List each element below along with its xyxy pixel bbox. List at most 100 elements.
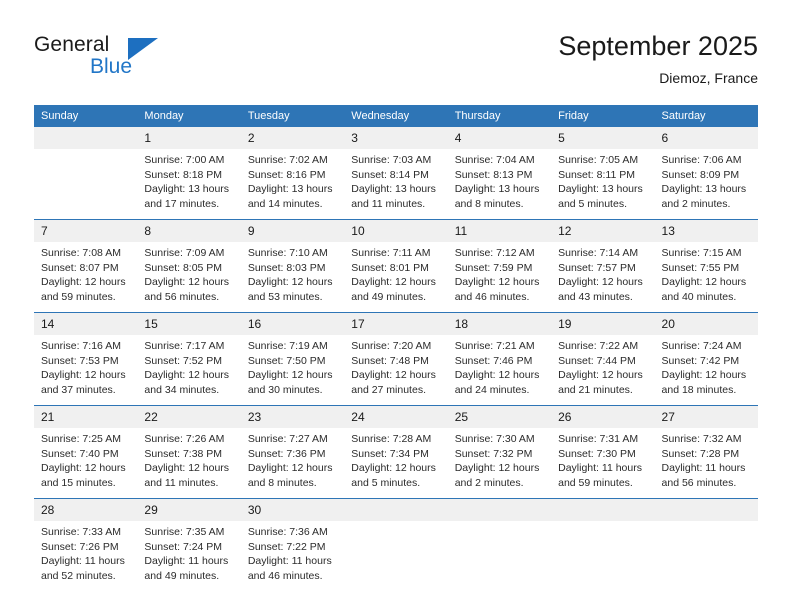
sunrise-text: Sunrise: 7:30 AM — [454, 433, 535, 445]
day-number[interactable]: 12 — [551, 220, 655, 242]
day-number[interactable]: 10 — [344, 220, 448, 242]
day-cell[interactable]: Sunrise: 7:09 AM Sunset: 8:05 PM Dayligh… — [137, 242, 241, 312]
daylight-text: Daylight: 11 hours and 46 minutes. — [247, 555, 332, 582]
day-number[interactable] — [34, 127, 138, 149]
day-number[interactable]: 9 — [240, 220, 345, 242]
day-number[interactable]: 8 — [137, 220, 241, 242]
day-cell[interactable]: Sunrise: 7:21 AM Sunset: 7:46 PM Dayligh… — [447, 335, 552, 405]
day-number[interactable]: 22 — [137, 406, 241, 428]
sunrise-text: Sunrise: 7:12 AM — [454, 247, 535, 259]
day-number[interactable]: 7 — [34, 220, 138, 242]
day-number[interactable]: 17 — [344, 313, 448, 335]
sunrise-text: Sunrise: 7:16 AM — [41, 340, 121, 352]
weekday-header-monday: Monday — [137, 105, 241, 127]
day-cell[interactable]: Sunrise: 7:32 AM Sunset: 7:28 PM Dayligh… — [654, 428, 758, 498]
day-number[interactable]: 11 — [447, 220, 552, 242]
day-cell[interactable]: Sunrise: 7:31 AM Sunset: 7:30 PM Dayligh… — [551, 428, 655, 498]
day-cell[interactable]: Sunrise: 7:35 AM Sunset: 7:24 PM Dayligh… — [137, 521, 241, 591]
sunrise-text: Sunrise: 7:09 AM — [144, 247, 225, 259]
day-cell[interactable]: Sunrise: 7:24 AM Sunset: 7:42 PM Dayligh… — [654, 335, 758, 405]
sunset-text: Sunset: 7:40 PM — [41, 447, 119, 460]
day-cell[interactable]: Sunrise: 7:22 AM Sunset: 7:44 PM Dayligh… — [551, 335, 655, 405]
day-cell[interactable]: Sunrise: 7:26 AM Sunset: 7:38 PM Dayligh… — [137, 428, 241, 498]
day-cell[interactable] — [447, 521, 552, 591]
day-number[interactable]: 1 — [137, 127, 241, 149]
day-cell[interactable]: Sunrise: 7:02 AM Sunset: 8:16 PM Dayligh… — [240, 149, 345, 219]
day-number[interactable]: 6 — [654, 127, 758, 149]
day-cell[interactable]: Sunrise: 7:12 AM Sunset: 7:59 PM Dayligh… — [447, 242, 552, 312]
day-cell[interactable] — [551, 521, 655, 591]
day-number[interactable]: 16 — [240, 313, 345, 335]
day-number[interactable]: 24 — [344, 406, 448, 428]
sunrise-text: Sunrise: 7:20 AM — [351, 340, 432, 352]
day-number[interactable]: 4 — [447, 127, 552, 149]
day-cell[interactable]: Sunrise: 7:11 AM Sunset: 8:01 PM Dayligh… — [344, 242, 448, 312]
day-cell[interactable]: Sunrise: 7:15 AM Sunset: 7:55 PM Dayligh… — [654, 242, 758, 312]
day-cell[interactable]: Sunrise: 7:25 AM Sunset: 7:40 PM Dayligh… — [34, 428, 138, 498]
sunset-text: Sunset: 8:11 PM — [558, 168, 635, 181]
daylight-text: Daylight: 12 hours and 40 minutes. — [661, 276, 747, 303]
day-number[interactable]: 2 — [240, 127, 345, 149]
day-number[interactable]: 13 — [654, 220, 758, 242]
day-number[interactable]: 19 — [551, 313, 655, 335]
day-cell[interactable]: Sunrise: 7:17 AM Sunset: 7:52 PM Dayligh… — [137, 335, 241, 405]
sunset-text: Sunset: 8:01 PM — [351, 261, 429, 274]
day-number[interactable] — [654, 499, 758, 521]
day-number[interactable]: 25 — [447, 406, 552, 428]
daylight-text: Daylight: 12 hours and 11 minutes. — [144, 462, 230, 489]
day-number[interactable]: 23 — [240, 406, 345, 428]
sunrise-text: Sunrise: 7:28 AM — [351, 433, 432, 445]
day-cell[interactable]: Sunrise: 7:04 AM Sunset: 8:13 PM Dayligh… — [447, 149, 552, 219]
day-number[interactable]: 29 — [137, 499, 241, 521]
day-cell[interactable]: Sunrise: 7:19 AM Sunset: 7:50 PM Dayligh… — [240, 335, 345, 405]
day-number[interactable]: 30 — [240, 499, 345, 521]
sunrise-text: Sunrise: 7:05 AM — [558, 154, 639, 166]
sunset-text: Sunset: 7:53 PM — [41, 354, 119, 367]
daylight-text: Daylight: 12 hours and 8 minutes. — [247, 462, 333, 489]
sunset-text: Sunset: 8:13 PM — [454, 168, 533, 181]
day-cell[interactable]: Sunrise: 7:03 AM Sunset: 8:14 PM Dayligh… — [344, 149, 448, 219]
day-cell[interactable]: Sunrise: 7:28 AM Sunset: 7:34 PM Dayligh… — [344, 428, 448, 498]
day-number[interactable] — [344, 499, 448, 521]
day-cell[interactable]: Sunrise: 7:00 AM Sunset: 8:18 PM Dayligh… — [137, 149, 241, 219]
day-cell[interactable]: Sunrise: 7:06 AM Sunset: 8:09 PM Dayligh… — [654, 149, 758, 219]
day-number[interactable]: 15 — [137, 313, 241, 335]
sunset-text: Sunset: 8:03 PM — [247, 261, 326, 274]
day-number[interactable]: 21 — [34, 406, 138, 428]
day-cell[interactable]: Sunrise: 7:16 AM Sunset: 7:53 PM Dayligh… — [34, 335, 138, 405]
sunrise-text: Sunrise: 7:24 AM — [661, 340, 742, 352]
daylight-text: Daylight: 12 hours and 27 minutes. — [351, 369, 436, 396]
day-number[interactable]: 3 — [344, 127, 448, 149]
day-cell[interactable]: Sunrise: 7:36 AM Sunset: 7:22 PM Dayligh… — [240, 521, 345, 591]
sunrise-text: Sunrise: 7:04 AM — [454, 154, 535, 166]
day-cell[interactable]: Sunrise: 7:30 AM Sunset: 7:32 PM Dayligh… — [447, 428, 552, 498]
day-number[interactable] — [447, 499, 552, 521]
daylight-text: Daylight: 11 hours and 49 minutes. — [144, 555, 229, 582]
day-cell[interactable] — [34, 149, 138, 219]
day-cell[interactable]: Sunrise: 7:10 AM Sunset: 8:03 PM Dayligh… — [240, 242, 345, 312]
day-cell[interactable]: Sunrise: 7:20 AM Sunset: 7:48 PM Dayligh… — [344, 335, 448, 405]
weekday-header-thursday: Thursday — [447, 105, 552, 127]
sunset-text: Sunset: 7:55 PM — [661, 261, 740, 274]
day-number[interactable]: 5 — [551, 127, 655, 149]
day-cell[interactable]: Sunrise: 7:33 AM Sunset: 7:26 PM Dayligh… — [34, 521, 138, 591]
day-number[interactable]: 14 — [34, 313, 138, 335]
day-cell[interactable]: Sunrise: 7:27 AM Sunset: 7:36 PM Dayligh… — [240, 428, 345, 498]
day-number[interactable]: 18 — [447, 313, 552, 335]
day-number[interactable] — [551, 499, 655, 521]
page-header: General Blue September 2025 Diemoz, Fran… — [0, 0, 792, 100]
day-cell[interactable] — [654, 521, 758, 591]
daylight-text: Daylight: 13 hours and 11 minutes. — [351, 183, 436, 210]
day-cell[interactable]: Sunrise: 7:14 AM Sunset: 7:57 PM Dayligh… — [551, 242, 655, 312]
day-cell[interactable]: Sunrise: 7:05 AM Sunset: 8:11 PM Dayligh… — [551, 149, 655, 219]
day-number[interactable]: 26 — [551, 406, 655, 428]
day-cell[interactable]: Sunrise: 7:08 AM Sunset: 8:07 PM Dayligh… — [34, 242, 138, 312]
day-number[interactable]: 28 — [34, 499, 138, 521]
week-daynumbers-row: 21 22 23 24 25 26 27 — [34, 406, 758, 428]
day-number[interactable]: 20 — [654, 313, 758, 335]
sunset-text: Sunset: 7:48 PM — [351, 354, 429, 367]
day-number[interactable]: 27 — [654, 406, 758, 428]
weekday-header-tuesday: Tuesday — [240, 105, 345, 127]
week-daynumbers-row: 1 2 3 4 5 6 — [34, 127, 758, 149]
day-cell[interactable] — [344, 521, 448, 591]
